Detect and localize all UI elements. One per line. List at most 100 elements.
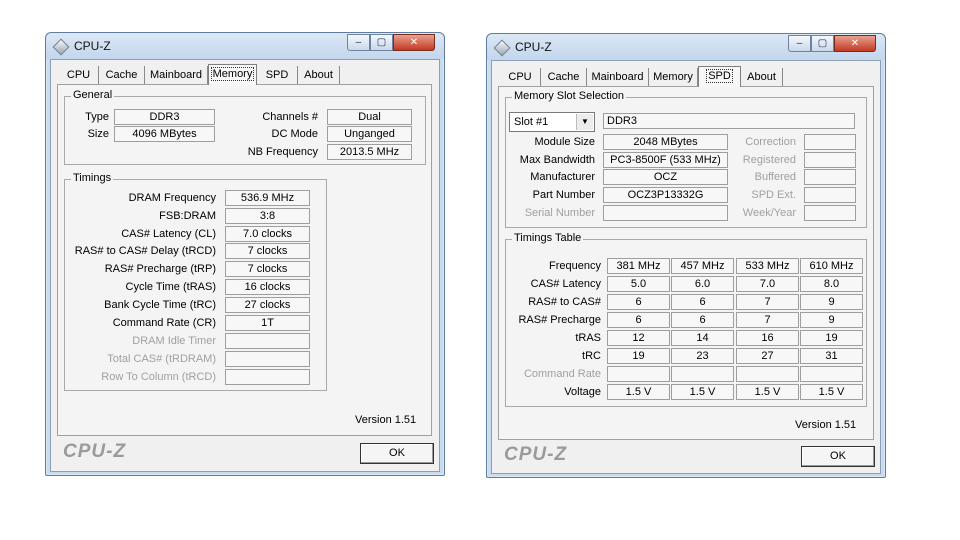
size-value: 4096 MBytes [114,126,215,142]
window-title: CPU-Z [515,40,552,54]
spd-value: PC3-8500F (533 MHz) [603,152,728,168]
spd-label: Module Size [534,136,595,148]
timing-value: 7 clocks [225,261,310,277]
timing-value: 7 clocks [225,243,310,259]
timings-table-cell: 19 [800,330,863,346]
window-title: CPU-Z [74,39,111,53]
timings-table-cell: 1.5 V [607,384,670,400]
client-area: CPU Cache Mainboard Memory SPD About Gen… [50,59,440,472]
slot-dropdown[interactable]: Slot #1 ▼ [509,112,595,132]
tab-cpu[interactable]: CPU [59,66,99,85]
title-bar[interactable]: CPU-Z – ▢ ✕ [46,33,444,59]
dcmode-label: DC Mode [271,128,318,140]
spd-right-label: Week/Year [742,207,796,219]
general-group: General Type DDR3 Size 4096 MBytes Chann… [64,89,426,165]
timing-label: Bank Cycle Time (tRC) [104,299,216,311]
nbfreq-label: NB Frequency [247,146,318,158]
minimize-button[interactable]: – [347,34,370,51]
timing-label: RAS# to CAS# Delay (tRCD) [74,245,216,257]
maximize-button[interactable]: ▢ [370,34,393,51]
tab-cache[interactable]: Cache [99,66,145,85]
version-label: Version 1.51 [795,419,857,431]
nbfreq-value: 2013.5 MHz [327,144,412,160]
spd-label: Serial Number [524,207,595,219]
timings-table-cell: 23 [671,348,734,364]
timing-label: FSB:DRAM [159,210,216,222]
timing-label: CAS# Latency (CL) [121,228,216,240]
spd-right-value [804,152,856,168]
spd-right-value [804,187,856,203]
version-label: Version 1.51 [355,414,417,426]
timings-table-cell: 12 [607,330,670,346]
spd-right-label: Correction [745,136,796,148]
tab-spd[interactable]: SPD [257,66,298,85]
tab-cpu[interactable]: CPU [500,68,541,87]
timings-table-cell: 6 [671,312,734,328]
tab-about[interactable]: About [298,66,340,85]
channels-value: Dual [327,109,412,125]
timings-table-cell: 8.0 [800,276,863,292]
timing-label: Command Rate (CR) [112,317,216,329]
tab-cache[interactable]: Cache [541,68,587,87]
close-button[interactable]: ✕ [393,34,435,51]
timing-label: RAS# Precharge (tRP) [104,263,216,275]
tab-about[interactable]: About [741,68,783,87]
timings-table-cell: 381 MHz [607,258,670,274]
timings-title: Timings [71,172,114,184]
tab-mainboard[interactable]: Mainboard [145,66,208,85]
timings-table-cell: 1.5 V [671,384,734,400]
slot-selection-title: Memory Slot Selection [512,90,627,102]
timings-table-cell: 9 [800,294,863,310]
maximize-button[interactable]: ▢ [811,35,834,52]
tab-memory[interactable]: Memory [649,68,698,87]
module-type-value: DDR3 [603,113,855,129]
spd-value [603,205,728,221]
tab-mainboard[interactable]: Mainboard [587,68,649,87]
timings-table-cell: 6 [607,312,670,328]
timing-value [225,333,310,349]
spd-right-value [804,169,856,185]
timing-value [225,351,310,367]
spd-right-label: Buffered [754,171,796,183]
tab-panel: General Type DDR3 Size 4096 MBytes Chann… [57,84,432,436]
timings-table-cell: 7 [736,294,799,310]
timings-table-row-label: Voltage [564,386,601,398]
timing-label: Total CAS# (tRDRAM) [107,353,216,365]
spd-label: Max Bandwidth [519,154,595,166]
timings-table-cell: 16 [736,330,799,346]
timing-label: DRAM Idle Timer [132,335,216,347]
timing-value: 16 clocks [225,279,310,295]
timings-table-cell: 31 [800,348,863,364]
timing-value: 1T [225,315,310,331]
timings-table-cell: 19 [607,348,670,364]
size-label: Size [87,128,109,140]
timings-table-cell: 5.0 [607,276,670,292]
channels-label: Channels # [262,111,318,123]
timings-table-cell: 457 MHz [671,258,734,274]
timing-label: Cycle Time (tRAS) [125,281,216,293]
close-button[interactable]: ✕ [834,35,876,52]
timing-value: 536.9 MHz [225,190,310,206]
spd-value: OCZ [603,169,728,185]
minimize-button[interactable]: – [788,35,811,52]
slot-dropdown-value: Slot #1 [514,116,549,128]
timing-value: 27 clocks [225,297,310,313]
timings-table-cell: 1.5 V [736,384,799,400]
timings-table-cell: 533 MHz [736,258,799,274]
spd-label: Part Number [532,189,595,201]
spd-right-value [804,134,856,150]
tab-spd[interactable]: SPD [698,66,741,87]
timings-table-cell: 6.0 [671,276,734,292]
title-bar[interactable]: CPU-Z – ▢ ✕ [487,34,885,60]
timings-table-group: Timings Table Frequency 381 MHz 457 MHz 533… [505,232,867,407]
cpuz-window-spd: CPU-Z – ▢ ✕ CPU Cache Mainboard Memory S… [486,33,886,478]
ok-button[interactable]: OK [801,446,875,467]
chevron-down-icon[interactable]: ▼ [576,114,593,130]
timings-table-cell [607,366,670,382]
ok-button[interactable]: OK [360,443,434,464]
tab-memory[interactable]: Memory [208,64,257,85]
spd-right-value [804,205,856,221]
timings-table-row-label: CAS# Latency [530,278,601,290]
cpuz-window-memory: CPU-Z – ▢ ✕ CPU Cache Mainboard Memory S… [45,32,445,476]
type-label: Type [85,111,109,123]
